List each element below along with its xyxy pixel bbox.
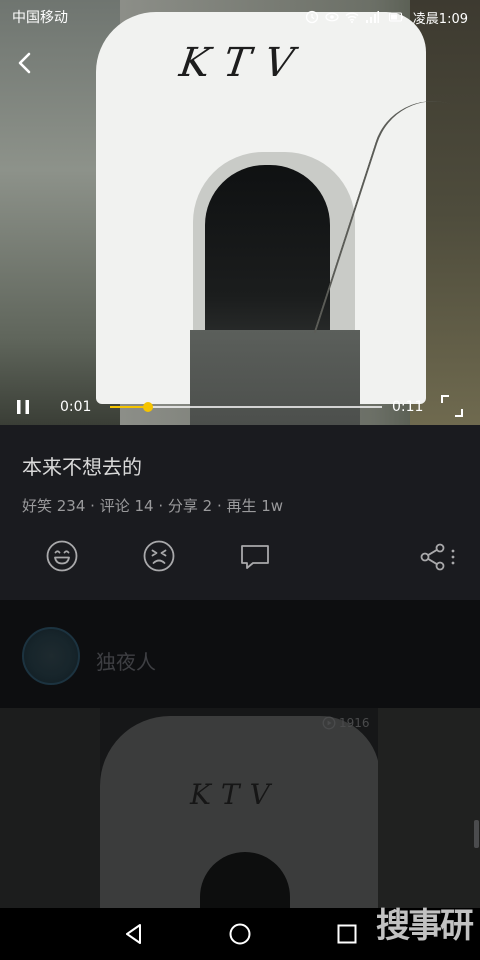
play-count: 1916 bbox=[322, 716, 370, 730]
next-post[interactable]: 独夜人 KTV 1916 bbox=[0, 600, 480, 910]
clock: 凌晨1:09 bbox=[412, 11, 468, 27]
watermark: 搜事研 bbox=[376, 906, 474, 946]
action-bar bbox=[0, 538, 480, 578]
circle-home-icon[interactable] bbox=[226, 920, 254, 948]
battery-icon bbox=[388, 12, 403, 22]
post-stats: 好笑 234 · 评论 14 · 分享 2 · 再生 1w bbox=[22, 497, 284, 515]
square-recent-icon[interactable] bbox=[333, 920, 361, 948]
alarm-icon bbox=[305, 10, 318, 24]
eye-icon bbox=[325, 12, 339, 22]
play-count-label: 1916 bbox=[339, 716, 370, 730]
status-icons: 凌晨1:09 bbox=[305, 8, 468, 27]
chevron-left-icon[interactable] bbox=[10, 48, 40, 78]
thumbnail-rock-left bbox=[0, 708, 100, 910]
fullscreen-icon[interactable] bbox=[440, 394, 464, 418]
duration: 0:11 bbox=[392, 399, 424, 415]
post-title: 本来不想去的 bbox=[22, 455, 142, 479]
comment-icon[interactable] bbox=[237, 538, 273, 574]
thumbnail-rock-right bbox=[378, 708, 480, 910]
play-circle-icon bbox=[322, 716, 336, 730]
video-player[interactable]: KTV 中国移动 凌晨1:09 0:01 0:11 bbox=[0, 0, 480, 425]
next-post-thumbnail[interactable]: KTV 1916 bbox=[0, 708, 480, 910]
next-post-header: 独夜人 bbox=[0, 600, 480, 708]
share-icon[interactable] bbox=[418, 542, 458, 572]
avatar[interactable] bbox=[22, 627, 80, 685]
triangle-back-icon[interactable] bbox=[120, 920, 148, 948]
status-bar: 中国移动 凌晨1:09 bbox=[0, 0, 480, 34]
video-controls: 0:01 0:11 bbox=[0, 390, 480, 424]
smile-icon[interactable] bbox=[44, 538, 80, 574]
post-info: 本来不想去的 好笑 234 · 评论 14 · 分享 2 · 再生 1w bbox=[0, 425, 480, 600]
wifi-icon bbox=[345, 12, 359, 23]
progress-knob[interactable] bbox=[143, 402, 154, 412]
scrollbar[interactable] bbox=[474, 820, 479, 848]
video-scene-text: KTV bbox=[176, 40, 311, 86]
username[interactable]: 独夜人 bbox=[96, 646, 156, 675]
progress-slider[interactable] bbox=[110, 402, 382, 412]
pause-icon[interactable] bbox=[10, 394, 36, 420]
current-time: 0:01 bbox=[60, 399, 92, 415]
thumbnail-scene-text: KTV bbox=[190, 778, 280, 811]
signal-icon bbox=[365, 11, 379, 23]
carrier-label: 中国移动 bbox=[12, 10, 68, 26]
frown-icon[interactable] bbox=[141, 538, 177, 574]
more-dots-icon bbox=[451, 549, 455, 553]
